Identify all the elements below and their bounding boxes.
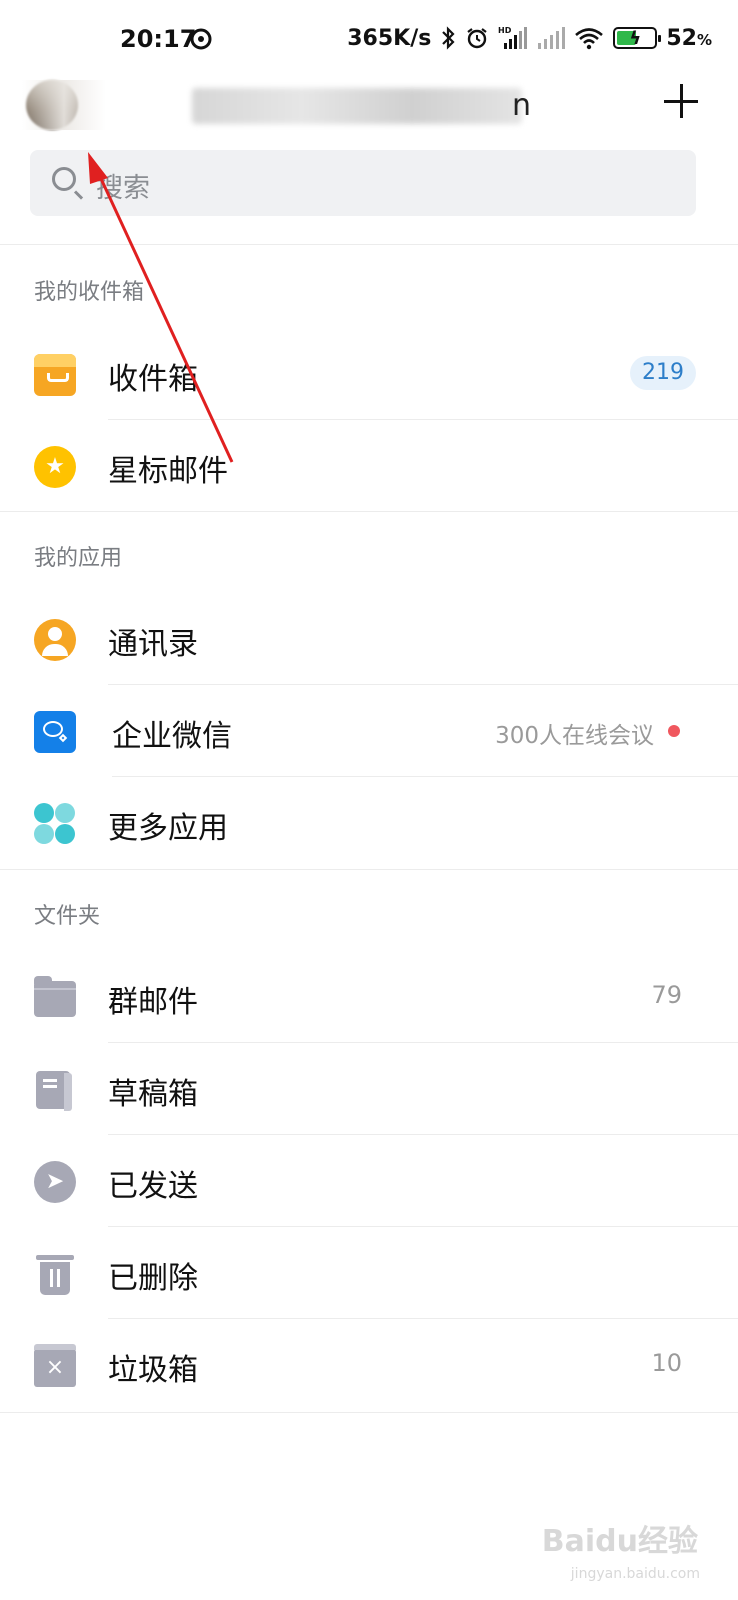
- draft-icon: [36, 1071, 72, 1111]
- search-icon: [52, 167, 76, 191]
- list-item-sent[interactable]: ➤ 已发送: [0, 1135, 738, 1227]
- notification-circle-icon: [190, 28, 212, 50]
- list-item-label: 草稿箱: [108, 1077, 198, 1112]
- list-item-label: 企业微信: [112, 719, 232, 754]
- charging-icon: ϟ: [629, 28, 642, 49]
- signal-icon: [538, 27, 566, 49]
- list-item-drafts[interactable]: 草稿箱: [0, 1043, 738, 1135]
- list-item-deleted[interactable]: 已删除: [0, 1227, 738, 1319]
- divider: [0, 244, 738, 245]
- unread-badge: 219: [630, 356, 696, 390]
- watermark-url: jingyan.baidu.com: [570, 1566, 700, 1582]
- list-item-label: 已删除: [108, 1261, 198, 1296]
- battery-percent: 52%: [666, 25, 712, 51]
- more-apps-icon: [34, 803, 76, 845]
- folder-icon: [34, 976, 76, 1017]
- avatar-blur: [22, 80, 106, 130]
- trash-icon: [34, 1253, 76, 1295]
- watermark-logo: Baidu经验: [541, 1524, 698, 1559]
- divider: [0, 1412, 738, 1413]
- list-item-wework[interactable]: 企业微信 300人在线会议: [0, 685, 738, 777]
- list-item-more-apps[interactable]: 更多应用: [0, 777, 738, 869]
- divider: [0, 511, 738, 512]
- item-count: 79: [651, 981, 682, 1009]
- add-button[interactable]: [664, 84, 698, 118]
- meeting-hint: 300人在线会议: [495, 723, 654, 749]
- star-icon: ★: [34, 446, 76, 488]
- section-label-apps: 我的应用: [34, 546, 123, 571]
- list-item-contacts[interactable]: 通讯录: [0, 593, 738, 685]
- search-placeholder: 搜索: [96, 173, 150, 204]
- search-bar[interactable]: 搜索: [30, 150, 696, 216]
- section-label-inbox: 我的收件箱: [34, 280, 145, 305]
- contacts-icon: [34, 619, 76, 661]
- app-header: n: [0, 78, 738, 148]
- section-label-folders: 文件夹: [34, 904, 101, 929]
- divider: [0, 869, 738, 870]
- sent-icon: ➤: [34, 1161, 76, 1203]
- list-item-label: 收件箱: [108, 362, 198, 397]
- signal-hd-icon: HD: [498, 26, 528, 49]
- wifi-icon: [575, 28, 604, 50]
- list-item-label: 群邮件: [108, 985, 198, 1020]
- svg-text:HD: HD: [498, 26, 512, 35]
- account-email-tail: n: [512, 88, 532, 123]
- item-count: 10: [651, 1349, 682, 1377]
- spam-icon: ×: [34, 1344, 76, 1387]
- account-email-blurred[interactable]: [192, 88, 522, 124]
- bluetooth-icon: [442, 26, 455, 50]
- battery-icon: ϟ: [613, 27, 662, 49]
- list-item-spam[interactable]: × 垃圾箱 10: [0, 1319, 738, 1411]
- network-speed: 365K/s: [347, 25, 432, 51]
- list-item-label: 已发送: [108, 1169, 198, 1204]
- list-item-label: 通讯录: [108, 627, 198, 662]
- list-item-inbox[interactable]: 收件箱 219: [0, 328, 738, 420]
- status-time: 20:17: [120, 25, 197, 53]
- inbox-icon: [34, 354, 76, 396]
- list-item-label: 垃圾箱: [108, 1353, 198, 1388]
- wework-icon: [34, 711, 76, 753]
- alarm-icon: [467, 28, 488, 49]
- status-right: 365K/s HD ϟ 52%: [347, 25, 712, 51]
- status-bar: 20:17 365K/s HD ϟ 52%: [0, 0, 738, 78]
- list-item-label: 更多应用: [108, 811, 228, 846]
- list-item-starred[interactable]: ★ 星标邮件: [0, 420, 738, 512]
- list-item-group-mail[interactable]: 群邮件 79: [0, 951, 738, 1043]
- list-item-label: 星标邮件: [108, 454, 228, 489]
- new-dot-badge: [668, 725, 680, 737]
